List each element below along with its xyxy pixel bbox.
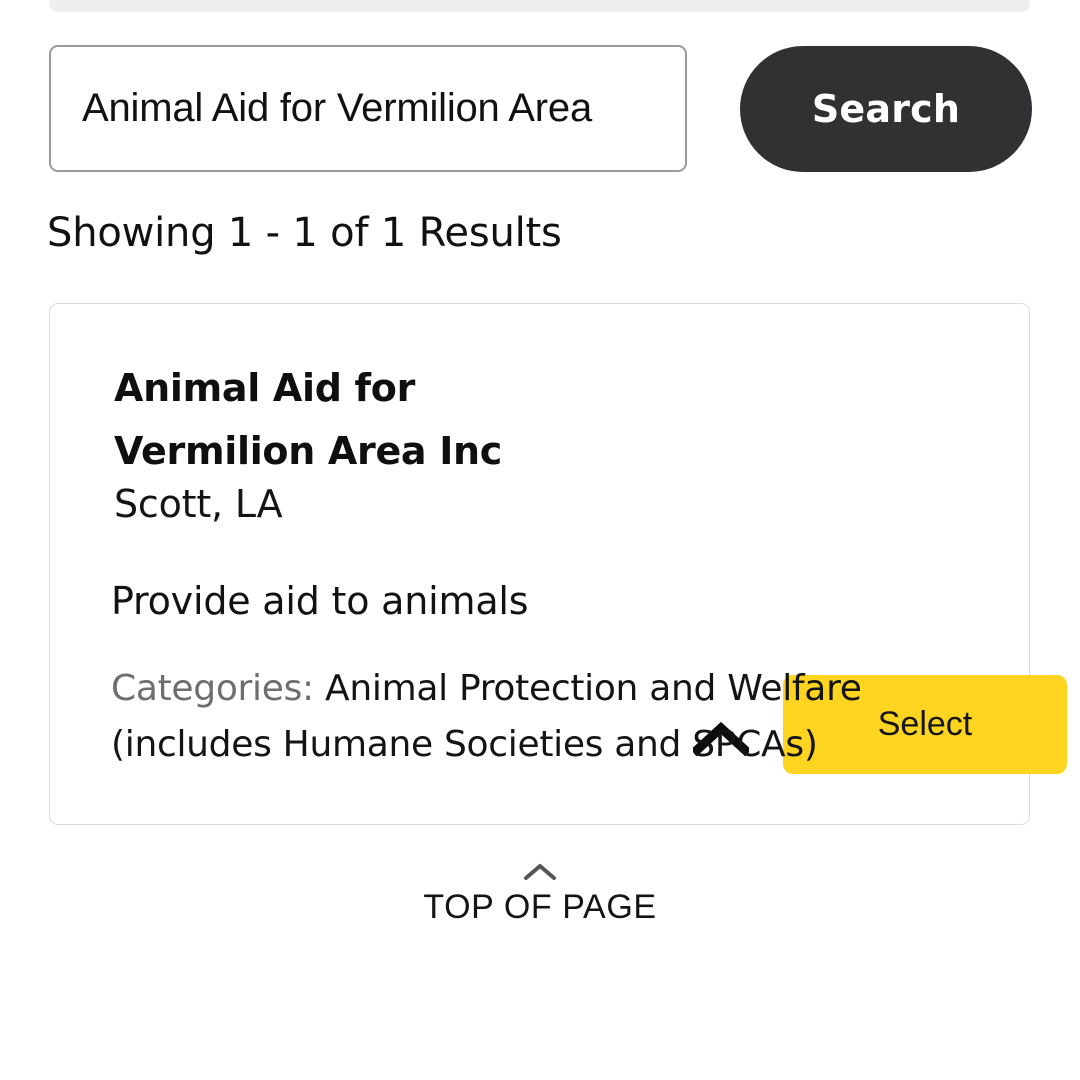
result-card: Animal Aid for Vermilion Area Inc Scott,… bbox=[49, 303, 1030, 825]
search-input[interactable] bbox=[49, 45, 687, 172]
organization-name: Animal Aid for Vermilion Area Inc bbox=[114, 357, 614, 483]
top-of-page-label: TOP OF PAGE bbox=[0, 888, 1080, 927]
categories-label: Categories: bbox=[111, 668, 314, 709]
organization-categories: Categories: Animal Protection and Welfar… bbox=[111, 661, 981, 773]
result-card-header: Animal Aid for Vermilion Area Inc Scott,… bbox=[50, 304, 1029, 524]
search-bar: Search bbox=[49, 45, 1032, 175]
top-of-page-button[interactable]: TOP OF PAGE bbox=[0, 862, 1080, 927]
top-surface-bar bbox=[49, 0, 1030, 12]
organization-mission: Provide aid to animals bbox=[111, 579, 528, 623]
search-results-page: Search Showing 1 - 1 of 1 Results Animal… bbox=[0, 0, 1080, 1080]
results-count-label: Showing 1 - 1 of 1 Results bbox=[47, 210, 562, 256]
search-button[interactable]: Search bbox=[740, 46, 1032, 172]
chevron-up-icon bbox=[0, 862, 1080, 882]
organization-location: Scott, LA bbox=[114, 482, 282, 526]
